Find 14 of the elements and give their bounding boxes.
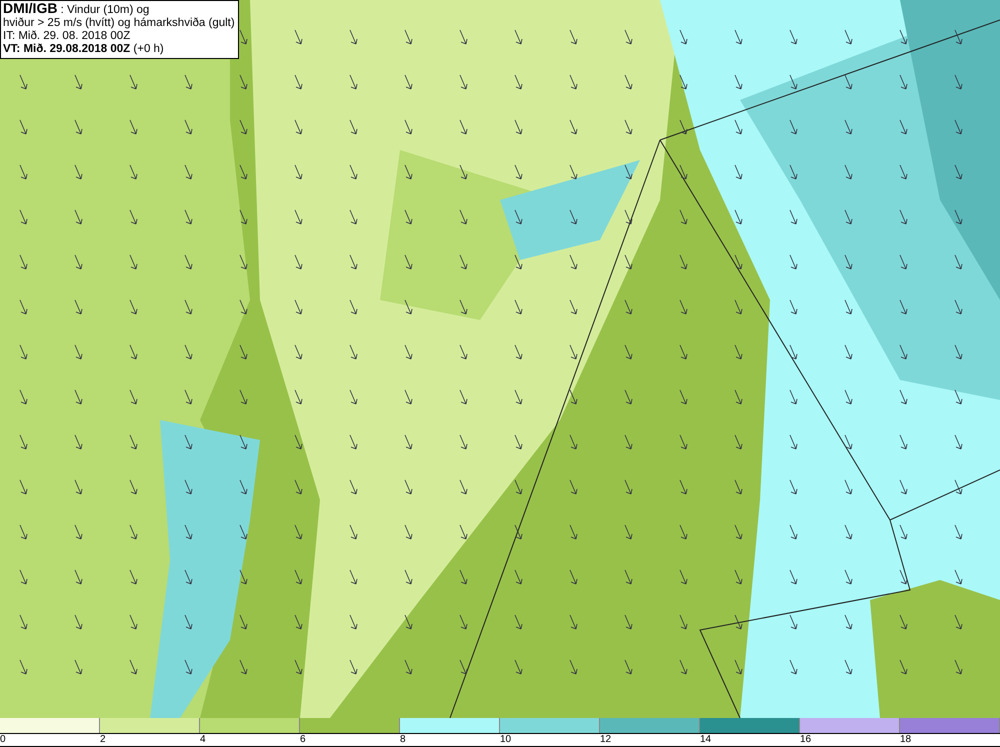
legend-label: 6 <box>300 734 307 746</box>
legend-label: 16 <box>800 734 812 746</box>
legend-label: 4 <box>200 734 207 746</box>
title-line: hviður > 25 m/s (hvítt) og hámarkshviða (gult) <box>3 17 235 30</box>
legend-label: 12 <box>600 734 612 746</box>
title-line: DMI/IGB : Vindur (10m) og <box>3 2 150 17</box>
title-line: IT: Mið. 29. 08. 2018 00Z <box>3 30 132 43</box>
legend-label: 18 <box>900 734 912 746</box>
legend-label: 0 <box>0 734 7 746</box>
title-line: VT: Mið. 29.08.2018 00Z (+0 h) <box>3 43 165 56</box>
legend-label: 14 <box>700 734 712 746</box>
legend-label: 8 <box>400 734 407 746</box>
legend-label: 2 <box>100 734 107 746</box>
legend-label: 10 <box>500 734 512 746</box>
